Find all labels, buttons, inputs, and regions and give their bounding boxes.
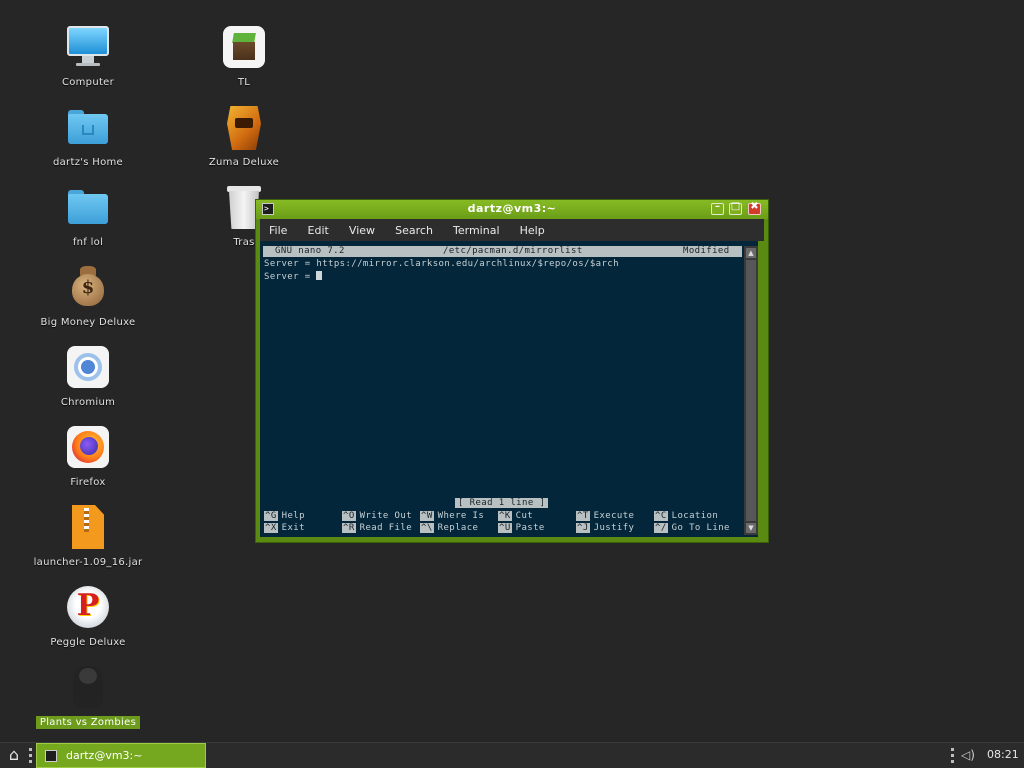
computer-icon — [65, 24, 111, 70]
peggle-icon: P — [65, 584, 111, 630]
desktop-icon-peggle[interactable]: P Peggle Deluxe — [23, 584, 153, 649]
archive-file-icon — [65, 504, 111, 550]
nano-version: GNU nano 7.2 — [275, 246, 345, 256]
zuma-icon — [221, 104, 267, 150]
nano-status-message: [ Read 1 line ] — [455, 498, 549, 508]
shortcut-replace: ^\ Replace — [420, 523, 479, 533]
menu-view[interactable]: View — [349, 220, 375, 237]
minecraft-block-icon — [221, 24, 267, 70]
desktop-icon-computer[interactable]: Computer — [23, 24, 153, 89]
plants-vs-zombies-icon — [65, 664, 111, 710]
terminal-scrollbar[interactable]: ▲ ▼ — [744, 246, 758, 535]
desktop-icon-label: fnf lol — [72, 237, 104, 248]
desktop-icon-zuma[interactable]: Zuma Deluxe — [179, 104, 309, 169]
chromium-icon — [65, 344, 111, 390]
folder-icon — [65, 184, 111, 230]
shortcut-where-is: ^W Where Is — [420, 511, 485, 521]
nano-filename: /etc/pacman.d/mirrorlist — [443, 246, 583, 256]
desktop-icon-pvz[interactable]: Plants vs Zombies — [23, 664, 153, 729]
desktop-icon-firefox[interactable]: Firefox — [23, 424, 153, 489]
shortcut-location: ^C Location — [654, 511, 719, 521]
taskbar-grip-right[interactable] — [951, 748, 954, 763]
window-title: dartz@vm3:~ — [467, 202, 557, 215]
shortcut-paste: ^U Paste — [498, 523, 545, 533]
home-folder-icon — [65, 104, 111, 150]
money-bag-icon: $ — [65, 264, 111, 310]
editor-line-text: Server = — [264, 272, 317, 282]
desktop-icon-label: Plants vs Zombies — [35, 716, 141, 729]
desktop-icon-big-money[interactable]: $ Big Money Deluxe — [23, 264, 153, 329]
speaker-icon[interactable]: ◁) — [961, 747, 979, 764]
shortcut-read-file: ^R Read File — [342, 523, 413, 533]
close-button[interactable]: ✖ — [748, 201, 761, 215]
menu-search[interactable]: Search — [395, 220, 433, 237]
desktop-icon-tl[interactable]: TL — [179, 24, 309, 89]
desktop-icon-label: launcher-1.09_16.jar — [33, 557, 143, 568]
menu-file[interactable]: File — [269, 220, 287, 237]
terminal-icon — [45, 750, 57, 762]
desktop-icon-label: Computer — [61, 77, 115, 88]
editor-line-with-cursor[interactable]: Server = — [264, 271, 323, 283]
desktop-icon-label: Chromium — [60, 397, 116, 408]
home-arch-icon[interactable]: ⌂ — [6, 746, 22, 764]
scroll-up-arrow-icon[interactable]: ▲ — [746, 248, 756, 258]
firefox-icon — [65, 424, 111, 470]
desktop-icon-label: Big Money Deluxe — [40, 317, 136, 328]
taskbar: ⌂ dartz@vm3:~ ◁) 08:21 — [0, 742, 1024, 768]
menu-bar: File Edit View Search Terminal Help — [260, 219, 764, 241]
shortcut-help: ^G Help — [264, 511, 305, 521]
shortcut-justify: ^J Justify — [576, 523, 635, 533]
scrollbar-thumb[interactable] — [746, 260, 756, 521]
desktop-icon-label: Peggle Deluxe — [50, 637, 126, 648]
taskbar-window-button[interactable]: dartz@vm3:~ — [36, 743, 206, 768]
menu-terminal[interactable]: Terminal — [453, 220, 500, 237]
shortcut-exit: ^X Exit — [264, 523, 305, 533]
minimize-button[interactable]: – — [711, 201, 724, 215]
nano-header: GNU nano 7.2 /etc/pacman.d/mirrorlist Mo… — [263, 246, 742, 257]
nano-modified-flag: Modified — [683, 246, 730, 256]
desktop-icon-launcher-jar[interactable]: launcher-1.09_16.jar — [23, 504, 153, 569]
text-cursor — [316, 271, 323, 280]
shortcut-write-out: ^O Write Out — [342, 511, 413, 521]
desktop-icon-fnf[interactable]: fnf lol — [23, 184, 153, 249]
desktop-icon-label: dartz's Home — [52, 157, 124, 168]
editor-line[interactable]: Server = https://mirror.clarkson.edu/arc… — [264, 259, 619, 270]
maximize-button[interactable]: □ — [729, 201, 742, 215]
scroll-down-arrow-icon[interactable]: ▼ — [746, 523, 756, 533]
desktop-icon-chromium[interactable]: Chromium — [23, 344, 153, 409]
clock[interactable]: 08:21 — [987, 748, 1019, 761]
shortcut-go-to-line: ^/Go To Line — [654, 523, 730, 533]
menu-edit[interactable]: Edit — [308, 220, 329, 237]
desktop-icon-label: TL — [237, 77, 251, 88]
desktop-icon-label: Zuma Deluxe — [208, 157, 280, 168]
window-titlebar[interactable]: > dartz@vm3:~ – □ ✖ — [256, 200, 768, 219]
terminal-output[interactable] — [260, 241, 758, 537]
taskbar-window-label: dartz@vm3:~ — [66, 749, 143, 762]
desktop-icon-label: Firefox — [70, 477, 106, 488]
desktop-icon-home[interactable]: dartz's Home — [23, 104, 153, 169]
menu-help[interactable]: Help — [520, 220, 545, 237]
shortcut-execute: ^T Execute — [576, 511, 635, 521]
terminal-window[interactable]: > dartz@vm3:~ – □ ✖ File Edit View Searc… — [255, 199, 769, 543]
shortcut-cut: ^K Cut — [498, 511, 534, 521]
taskbar-grip-left[interactable] — [29, 748, 32, 763]
